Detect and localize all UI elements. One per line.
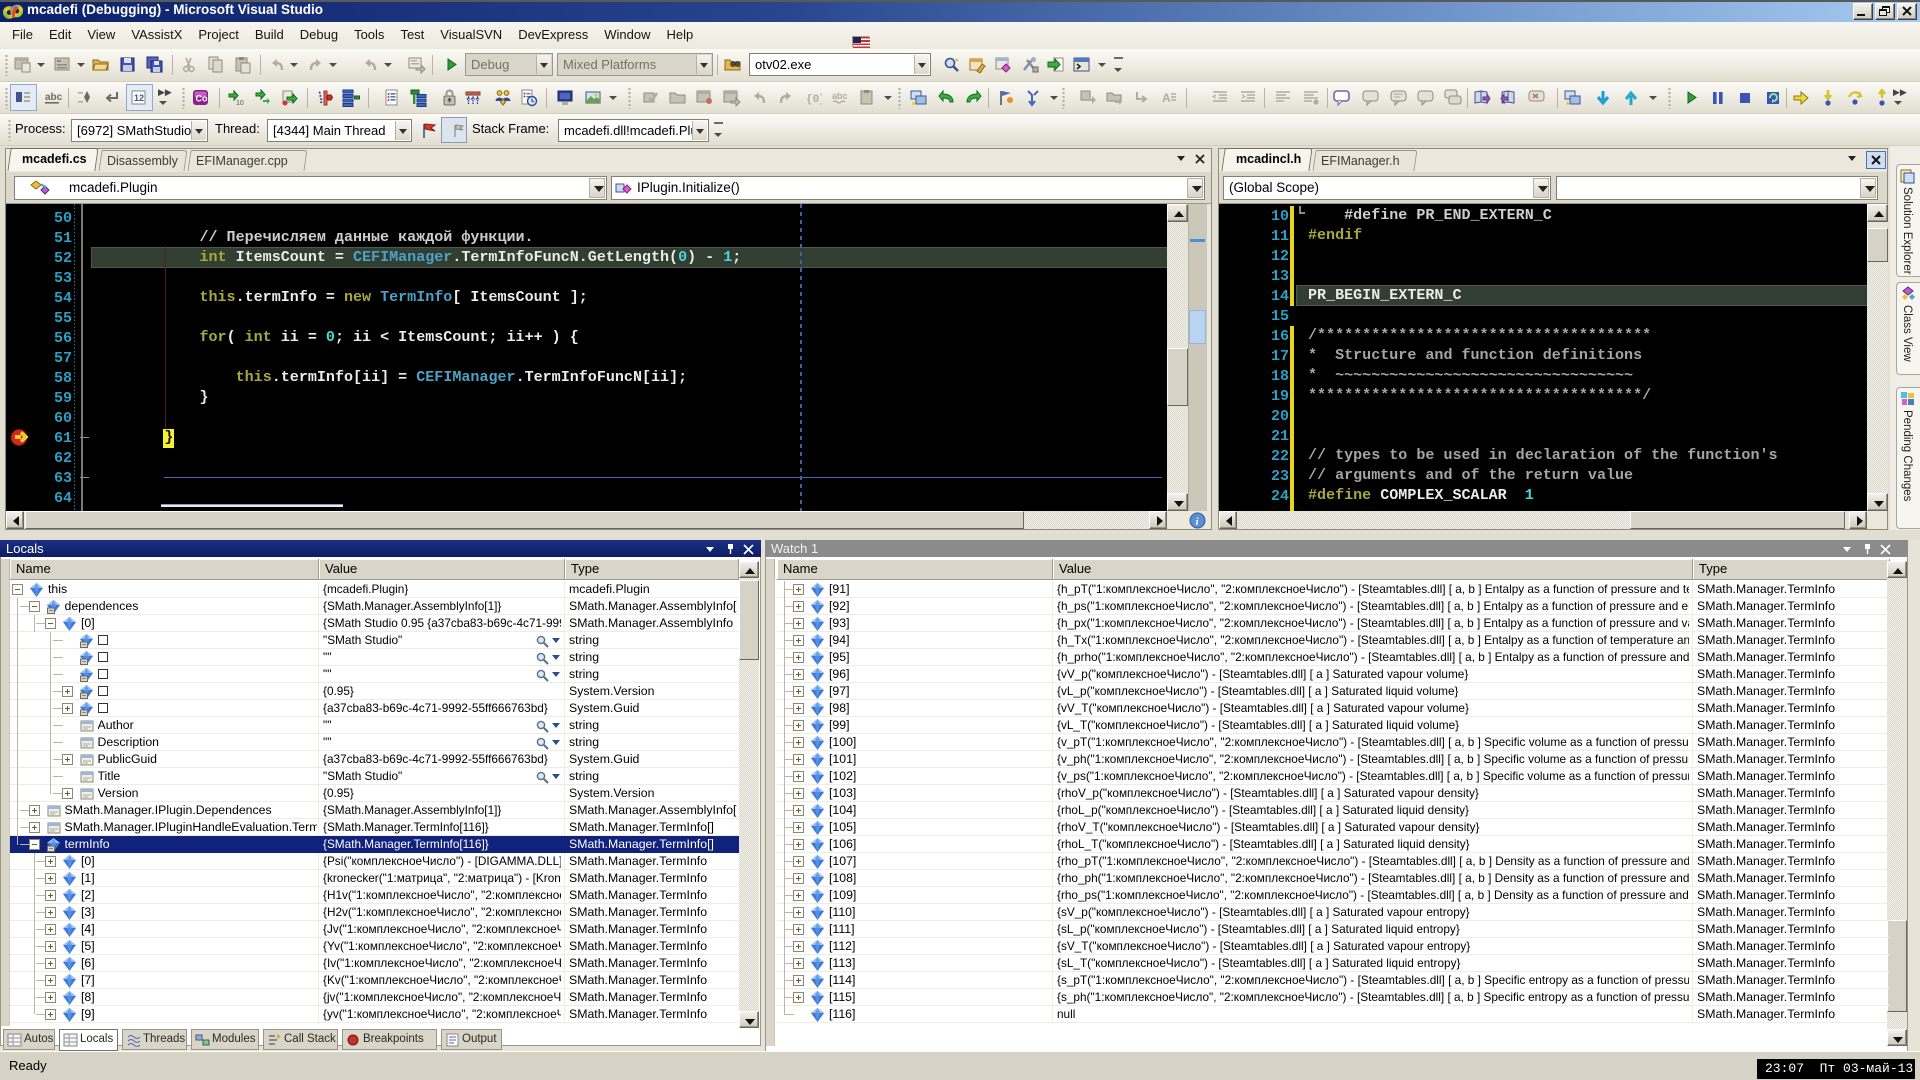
svg-text:10: 10	[236, 100, 244, 107]
svg-text:12: 12	[134, 93, 144, 103]
svg-text:{0}: {0}	[806, 94, 822, 106]
svg-text:Co: Co	[196, 94, 208, 104]
svg-text:abc: abc	[832, 91, 848, 101]
svg-text:abc: abc	[45, 92, 62, 103]
svg-text:A: A	[1162, 91, 1171, 105]
